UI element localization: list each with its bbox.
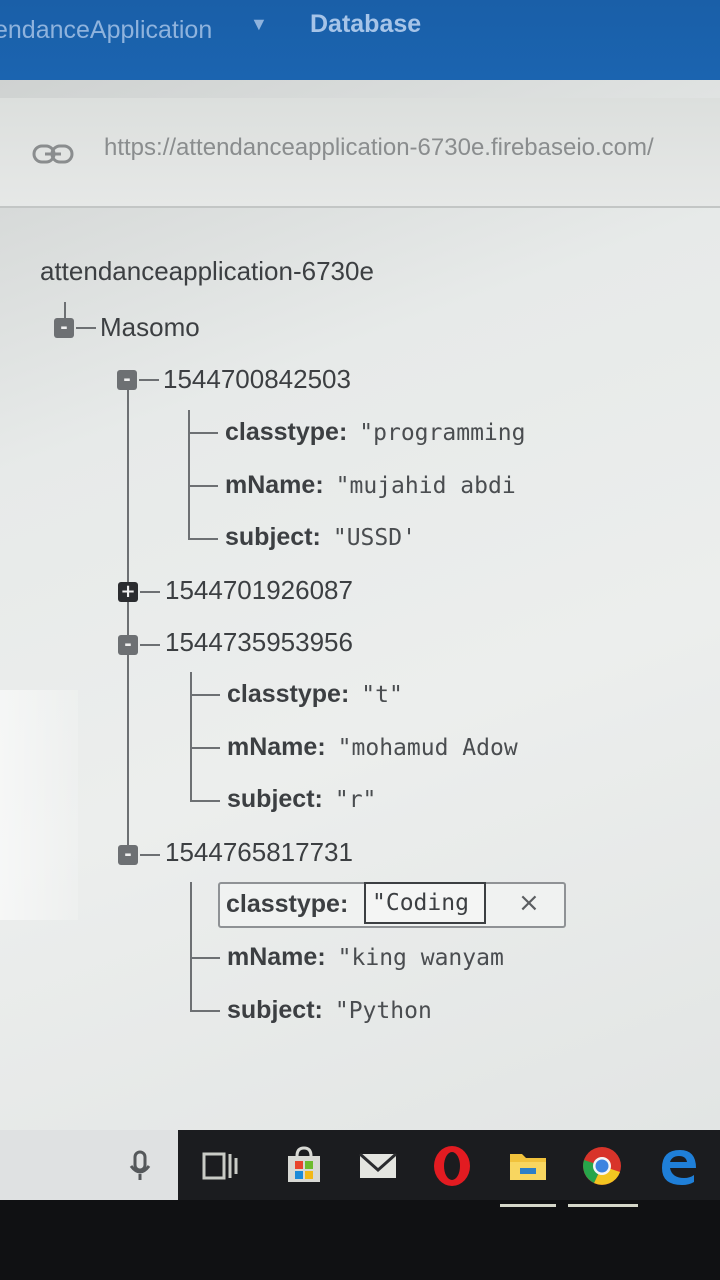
- tree-node-record[interactable]: 1544735953956: [165, 627, 353, 658]
- field-key: subject:: [227, 996, 323, 1024]
- field-value-input[interactable]: "Coding: [364, 882, 486, 924]
- tree-connector: [188, 485, 218, 487]
- close-icon[interactable]: ×: [518, 888, 540, 918]
- field-key: subject:: [227, 785, 323, 813]
- store-icon[interactable]: [282, 1144, 326, 1188]
- database-url-bar: https://attendanceapplication-6730e.fire…: [0, 98, 720, 208]
- taskbar: [0, 1130, 720, 1200]
- field-key: classtype:: [226, 890, 349, 918]
- tree-connector: [190, 957, 220, 959]
- field-value[interactable]: "r": [335, 787, 377, 813]
- field-classtype[interactable]: classtype: "programming: [225, 418, 525, 447]
- project-selector[interactable]: endanceApplication: [0, 16, 212, 45]
- field-subject[interactable]: subject: "r": [227, 785, 376, 814]
- field-value[interactable]: "t": [361, 682, 403, 708]
- collapse-record-icon[interactable]: -: [118, 635, 138, 655]
- tree-node-masomo[interactable]: Masomo: [100, 312, 200, 343]
- field-edit-row[interactable]: classtype: "Coding ×: [218, 882, 566, 928]
- field-key: classtype:: [225, 418, 348, 446]
- field-key: classtype:: [227, 680, 350, 708]
- collapse-record-icon[interactable]: -: [117, 370, 137, 390]
- screen-glare: [0, 690, 78, 920]
- field-value[interactable]: "mohamud Adow: [338, 735, 518, 761]
- tree-connector: [188, 410, 190, 540]
- file-explorer-icon[interactable]: [506, 1144, 550, 1188]
- field-key: mName:: [225, 471, 324, 499]
- tree-connector: [188, 538, 218, 540]
- database-panel: https://attendanceapplication-6730e.fire…: [0, 80, 720, 1130]
- field-key: mName:: [227, 733, 326, 761]
- tree-connector: [190, 672, 192, 802]
- tree-connector: [190, 747, 220, 749]
- running-indicator: [568, 1204, 638, 1207]
- tree-connector: [190, 694, 220, 696]
- tree-node-record[interactable]: 1544701926087: [165, 575, 353, 606]
- database-url[interactable]: https://attendanceapplication-6730e.fire…: [104, 134, 654, 162]
- field-value[interactable]: "king wanyam: [338, 945, 504, 971]
- cortana-zone[interactable]: [0, 1130, 178, 1200]
- task-view-icon[interactable]: [198, 1144, 242, 1188]
- tree-connector: [190, 1010, 220, 1012]
- tree-connector: [188, 432, 218, 434]
- field-value[interactable]: "programming: [359, 420, 525, 446]
- tree-connector: [140, 644, 160, 646]
- field-value[interactable]: "mujahid abdi: [336, 473, 516, 499]
- tree-connector: [139, 379, 159, 381]
- field-subject[interactable]: subject: "Python: [227, 996, 432, 1025]
- collapse-record-icon[interactable]: -: [118, 845, 138, 865]
- opera-icon[interactable]: [430, 1144, 474, 1188]
- field-mname[interactable]: mName: "mujahid abdi: [225, 471, 516, 500]
- field-subject[interactable]: subject: "USSD': [225, 523, 416, 552]
- tree-root[interactable]: attendanceapplication-6730e: [40, 256, 374, 287]
- microphone-icon[interactable]: [118, 1144, 162, 1188]
- section-title: Database: [310, 10, 422, 38]
- screen: endanceApplication ▼ Database https://at…: [0, 0, 720, 1280]
- chrome-icon[interactable]: [580, 1144, 624, 1188]
- collapse-masomo-icon[interactable]: -: [54, 318, 74, 338]
- field-value[interactable]: "USSD': [333, 525, 416, 551]
- field-mname[interactable]: mName: "mohamud Adow: [227, 733, 518, 762]
- field-value[interactable]: "Python: [335, 998, 432, 1024]
- expand-record-icon[interactable]: +: [118, 582, 138, 602]
- screen-bezel: [0, 1200, 720, 1280]
- field-classtype[interactable]: classtype: "t": [227, 680, 403, 709]
- edge-icon[interactable]: [656, 1144, 700, 1188]
- field-key: subject:: [225, 523, 321, 551]
- tree-node-record[interactable]: 1544700842503: [163, 364, 351, 395]
- tree-node-record[interactable]: 1544765817731: [165, 837, 353, 868]
- field-key: mName:: [227, 943, 326, 971]
- top-bar: endanceApplication ▼ Database: [0, 0, 720, 80]
- running-indicator: [500, 1204, 556, 1207]
- tree-connector: [190, 800, 220, 802]
- project-dropdown-icon[interactable]: ▼: [250, 14, 268, 35]
- tree-connector: [140, 854, 160, 856]
- link-icon[interactable]: [32, 142, 74, 166]
- tree-connector: [76, 327, 96, 329]
- tree-connector: [190, 882, 192, 1012]
- field-mname[interactable]: mName: "king wanyam: [227, 943, 504, 972]
- mail-icon[interactable]: [356, 1144, 400, 1188]
- tree-connector: [140, 591, 160, 593]
- tree-connector: [127, 388, 129, 850]
